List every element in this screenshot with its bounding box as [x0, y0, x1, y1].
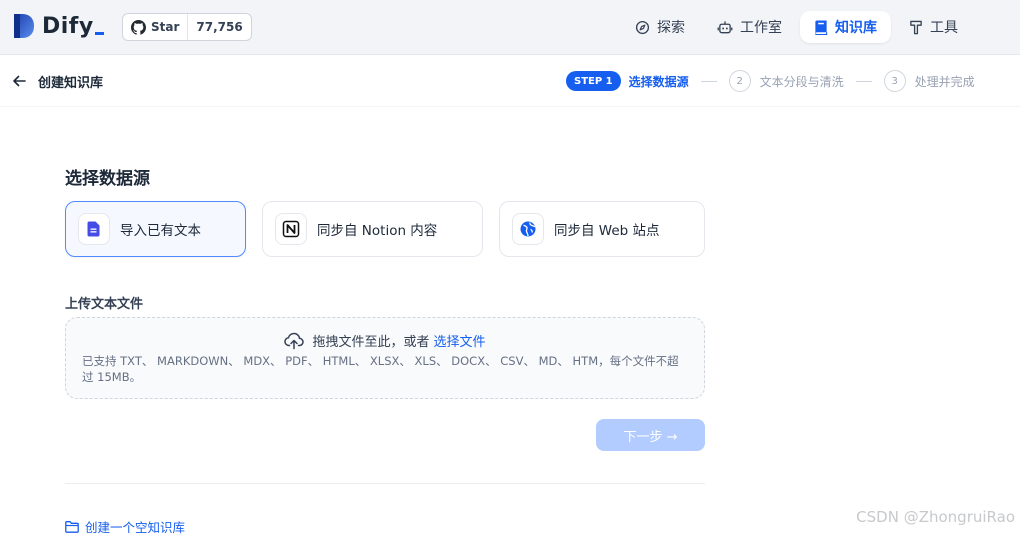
nav-tools-label: 工具	[930, 20, 958, 36]
dropzone-prompt-text: 拖拽文件至此，或者	[312, 335, 430, 350]
nav-studio-label: 工作室	[740, 20, 782, 36]
github-star-button[interactable]: Star	[123, 14, 189, 40]
nav-explore-label: 探索	[657, 20, 685, 36]
step-divider	[855, 80, 872, 82]
nav-explore[interactable]: 探索	[621, 11, 699, 43]
book-icon	[814, 19, 828, 35]
supported-formats-text: 已支持 TXT、 MARKDOWN、 MDX、 PDF、 HTML、 XLSX、…	[82, 354, 679, 384]
create-empty-knowledge-link[interactable]: 创建一个空知识库	[65, 517, 185, 536]
step-2-label: 文本分段与清洗	[759, 74, 844, 89]
main-nav: 探索 工作室 知识库 工具	[621, 11, 1020, 43]
nav-studio[interactable]: 工作室	[703, 11, 796, 43]
top-navigation-bar: Dify Star 77,756 探索 工作室 知识库 工具	[0, 0, 1020, 55]
github-star-label: Star	[151, 20, 180, 34]
dropzone-prompt: 拖拽文件至此，或者 选择文件	[66, 331, 704, 350]
source-website[interactable]: 同步自 Web 站点	[499, 201, 705, 257]
page-title: 创建知识库	[38, 76, 104, 91]
source-import-text-label: 导入已有文本	[120, 223, 201, 239]
folder-icon	[65, 520, 79, 533]
select-file-link[interactable]: 选择文件	[434, 331, 486, 350]
globe-icon	[512, 213, 544, 245]
step-2-number: 2	[728, 70, 751, 92]
dify-logo[interactable]: Dify	[12, 12, 104, 40]
back-arrow-icon[interactable]	[11, 73, 27, 89]
source-notion[interactable]: 同步自 Notion 内容	[262, 201, 483, 257]
nav-knowledge-label: 知识库	[835, 20, 877, 36]
create-empty-knowledge-label: 创建一个空知识库	[85, 520, 186, 535]
step-3-number: 3	[883, 70, 906, 92]
step-indicator: STEP 1 选择数据源 2 文本分段与清洗 3 处理并完成	[566, 70, 975, 92]
file-dropzone[interactable]: 拖拽文件至此，或者 选择文件 已支持 TXT、 MARKDOWN、 MDX、 P…	[65, 317, 705, 399]
watermark: CSDN @ZhongruiRao	[856, 508, 1015, 526]
section-title: 选择数据源	[65, 169, 150, 189]
cloud-upload-icon	[284, 332, 305, 349]
logo-mark-icon	[12, 12, 36, 40]
source-notion-label: 同步自 Notion 内容	[317, 223, 438, 239]
github-star-widget[interactable]: Star 77,756	[122, 13, 252, 41]
app-name: Dify	[42, 14, 104, 39]
nav-knowledge[interactable]: 知识库	[800, 11, 891, 43]
step-1-label: 选择数据源	[628, 74, 689, 89]
step-divider	[700, 80, 717, 82]
nav-tools[interactable]: 工具	[895, 11, 972, 43]
source-website-label: 同步自 Web 站点	[554, 223, 660, 239]
next-step-button[interactable]: 下一步 →	[596, 419, 705, 451]
robot-icon	[717, 20, 733, 33]
compass-icon	[635, 20, 650, 34]
notion-icon	[275, 213, 307, 245]
file-text-icon	[78, 213, 110, 245]
upload-section-title: 上传文本文件	[65, 297, 144, 312]
step-3-label: 处理并完成	[914, 74, 975, 89]
github-star-count: 77,756	[196, 20, 243, 34]
page-header: 创建知识库 STEP 1 选择数据源 2 文本分段与清洗 3 处理并完成	[0, 55, 1020, 107]
github-icon	[131, 19, 146, 35]
divider	[65, 483, 705, 484]
source-import-text[interactable]: 导入已有文本	[65, 201, 246, 257]
step-1-badge: STEP 1	[566, 71, 621, 91]
hammer-icon	[910, 20, 922, 34]
